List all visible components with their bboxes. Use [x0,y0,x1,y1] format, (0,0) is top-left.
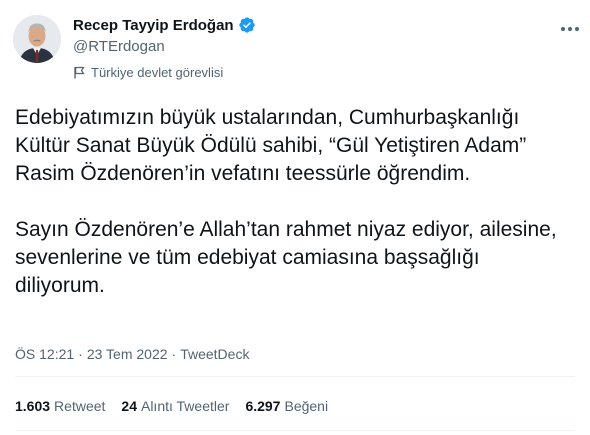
avatar[interactable] [13,15,61,63]
divider [15,376,575,377]
author-name-row: Recep Tayyip Erdoğan [73,14,256,36]
meta-separator: · [171,346,177,362]
account-label: Türkiye devlet görevlisi [73,65,256,80]
quotes-count: 24 [121,398,137,414]
retweets-count: 1.603 [15,398,51,414]
verified-badge-icon [238,16,256,34]
author-handle[interactable]: @RTErdogan [73,38,256,55]
flag-icon [73,66,85,79]
likes-count: 6.297 [245,398,281,414]
quotes-stat[interactable]: 24 Alıntı Tweetler [121,398,229,414]
more-options-icon [561,27,579,31]
author-display-name[interactable]: Recep Tayyip Erdoğan [73,17,234,34]
retweets-stat[interactable]: 1.603 Retweet [15,398,105,414]
quotes-label: Alıntı Tweetler [140,398,230,414]
tweet-paragraph-1: Edebiyatımızın büyük ustalarından, Cumhu… [15,106,527,185]
meta-separator: · [78,346,83,362]
tweet-stats: 1.603 Retweet 24 Alıntı Tweetler 6.297 B… [15,398,328,414]
tweet-date[interactable]: 23 Tem 2022 [87,346,168,362]
tweet-paragraph-2: Sayın Özdenören’e Allah’tan rahmet niyaz… [15,218,557,297]
retweets-label: Retweet [54,398,106,414]
tweet-time[interactable]: ÖS 12:21 [15,346,74,362]
likes-stat[interactable]: 6.297 Beğeni [245,398,328,414]
account-label-text: Türkiye devlet görevlisi [91,65,224,80]
profile-photo [13,15,61,63]
likes-label: Beğeni [284,398,329,414]
tweet-card: Recep Tayyip Erdoğan @RTErdogan Türkiye … [0,0,590,435]
more-options-button[interactable] [556,19,584,39]
divider [15,430,575,431]
author-block: Recep Tayyip Erdoğan @RTErdogan Türkiye … [73,14,256,80]
tweet-text: Edebiyatımızın büyük ustalarından, Cumhu… [15,104,575,300]
tweet-source[interactable]: TweetDeck [180,346,249,362]
tweet-meta: ÖS 12:21 · 23 Tem 2022 · TweetDeck [15,346,249,362]
